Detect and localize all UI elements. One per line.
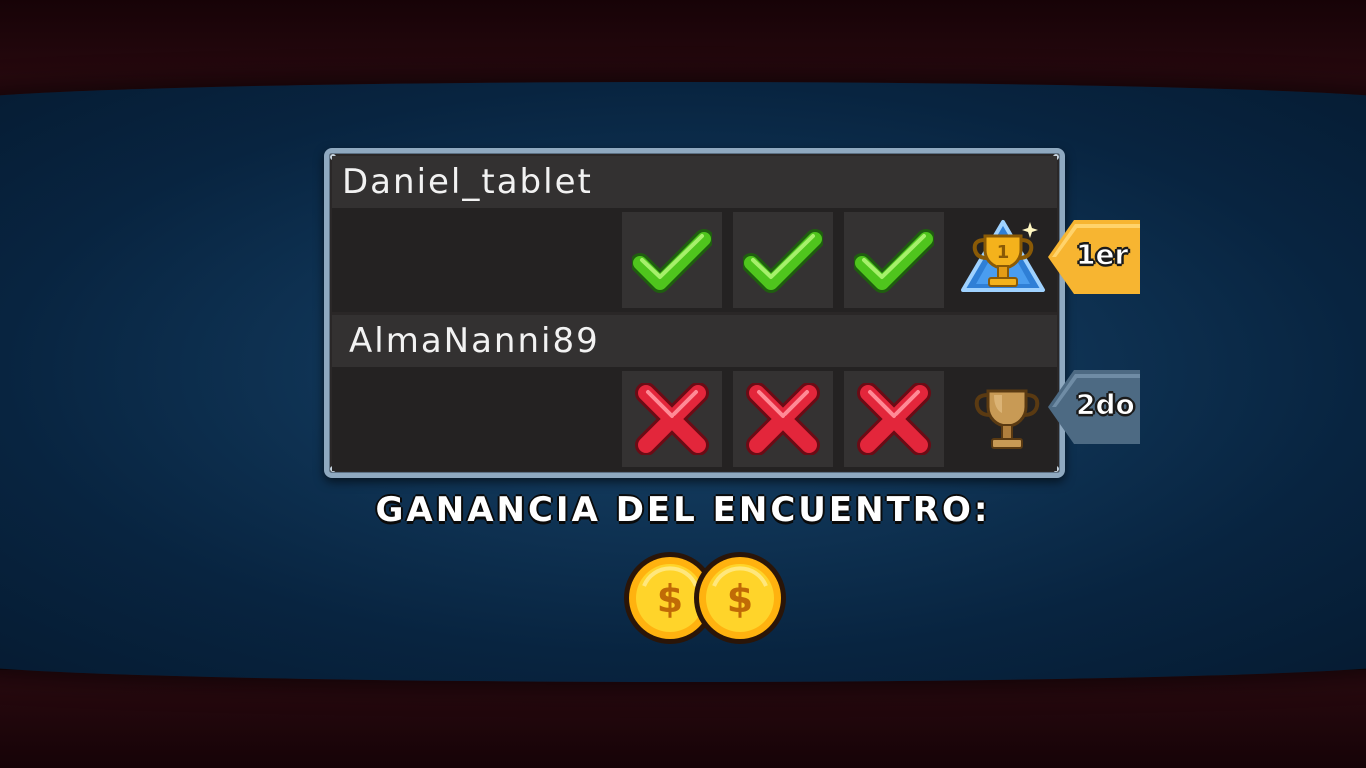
round-result-cell bbox=[733, 371, 833, 467]
cross-icon bbox=[746, 383, 820, 455]
gold-trophy-icon: 1 bbox=[961, 220, 1045, 292]
round-result-cell bbox=[844, 371, 944, 467]
rank-label: 2do bbox=[1076, 388, 1136, 422]
player-name: AlmaNanni89 bbox=[349, 321, 600, 361]
player-name: Daniel_tablet bbox=[342, 162, 593, 202]
rank-badge-second: 2do bbox=[1048, 370, 1140, 444]
round-result-cell bbox=[622, 212, 722, 308]
dollar-coin-icon: $ bbox=[694, 552, 786, 644]
cross-icon bbox=[857, 383, 931, 455]
rank-label: 1er bbox=[1075, 238, 1129, 272]
round-result-cell bbox=[622, 371, 722, 467]
round-result-cell bbox=[844, 212, 944, 308]
svg-text:1: 1 bbox=[997, 242, 1010, 263]
player-name-row: AlmaNanni89 bbox=[332, 315, 1057, 367]
bronze-trophy-icon bbox=[974, 389, 1040, 449]
player-rounds-row: 1 bbox=[332, 208, 1057, 312]
results-panel: Daniel_tablet 1 AlmaNanni89 bbox=[324, 148, 1065, 478]
player-rounds-row bbox=[332, 367, 1057, 471]
svg-text:$: $ bbox=[657, 577, 683, 621]
player-name-row: Daniel_tablet bbox=[332, 156, 1057, 208]
check-icon bbox=[854, 229, 934, 293]
earnings-label: GANANCIA DEL ENCUENTRO: bbox=[375, 490, 991, 530]
check-icon bbox=[632, 229, 712, 293]
match-result-screen: Daniel_tablet 1 AlmaNanni89 1er 2do GANA… bbox=[0, 0, 1366, 768]
rank-badge-first: 1er bbox=[1048, 220, 1140, 294]
bottom-band bbox=[0, 670, 1366, 768]
check-icon bbox=[743, 229, 823, 293]
cross-icon bbox=[635, 383, 709, 455]
svg-text:$: $ bbox=[727, 577, 753, 621]
round-result-cell bbox=[733, 212, 833, 308]
